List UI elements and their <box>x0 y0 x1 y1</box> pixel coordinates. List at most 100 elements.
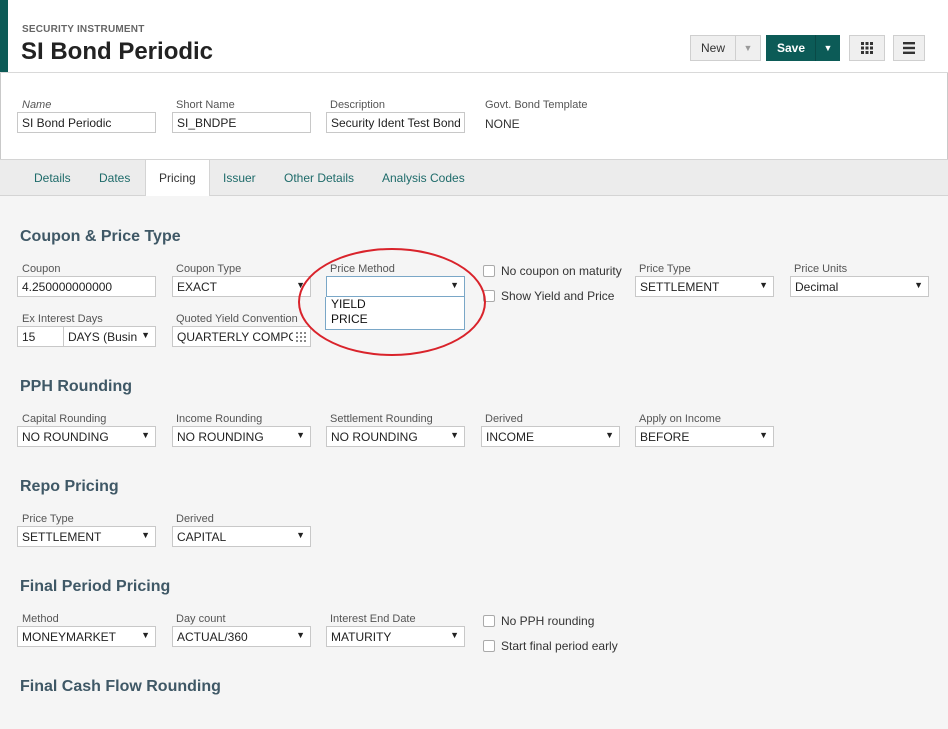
price-method-option-price[interactable]: PRICE <box>326 312 464 327</box>
save-button[interactable]: Save <box>766 35 816 61</box>
method-label: Method <box>22 613 59 625</box>
page-title: SI Bond Periodic <box>21 38 214 65</box>
chevron-down-icon: ▼ <box>141 430 150 440</box>
price-units-value: Decimal <box>795 280 839 294</box>
no-coupon-on-maturity-label: No coupon on maturity <box>501 264 622 278</box>
chevron-down-icon: ▼ <box>296 430 305 440</box>
ex-interest-days-input[interactable]: 15 <box>17 326 64 347</box>
section-title-coupon-price: Coupon & Price Type <box>20 228 181 245</box>
tab-dates[interactable]: Dates <box>86 160 143 196</box>
name-label: Name <box>22 99 52 111</box>
grid-view-button[interactable] <box>849 35 885 61</box>
income-rounding-label: Income Rounding <box>176 413 263 425</box>
chevron-down-icon: ▼ <box>450 630 459 640</box>
no-pph-rounding-label: No PPH rounding <box>501 614 595 628</box>
capital-rounding-value: NO ROUNDING <box>22 430 109 444</box>
ex-interest-days-label: Ex Interest Days <box>22 313 103 325</box>
page-header: SECURITY INSTRUMENT SI Bond Periodic New… <box>0 0 948 73</box>
tab-issuer[interactable]: Issuer <box>210 160 269 196</box>
settlement-rounding-select[interactable]: NO ROUNDING ▼ <box>326 426 465 447</box>
new-button[interactable]: New <box>690 35 736 61</box>
price-method-label: Price Method <box>330 263 395 275</box>
apply-on-income-label: Apply on Income <box>639 413 721 425</box>
tab-details[interactable]: Details <box>21 160 84 196</box>
ex-interest-days-unit-value: DAYS (Busin <box>68 330 138 344</box>
coupon-type-value: EXACT <box>177 280 218 294</box>
price-method-select[interactable]: ▼ <box>326 276 465 297</box>
show-yield-and-price-label: Show Yield and Price <box>501 289 615 303</box>
coupon-type-select[interactable]: EXACT ▼ <box>172 276 311 297</box>
section-title-pph-rounding: PPH Rounding <box>20 378 132 395</box>
description-label: Description <box>330 99 386 111</box>
name-input[interactable]: SI Bond Periodic <box>17 112 156 133</box>
chevron-down-icon: ▼ <box>141 530 150 540</box>
repo-price-type-value: SETTLEMENT <box>22 530 102 544</box>
save-dropdown-button[interactable]: ▼ <box>815 35 840 61</box>
no-coupon-on-maturity-checkbox[interactable] <box>483 265 495 277</box>
apply-on-income-select[interactable]: BEFORE ▼ <box>635 426 774 447</box>
chevron-down-icon: ▼ <box>759 280 768 290</box>
quoted-yield-convention-value: QUARTERLY COMPO <box>177 330 293 344</box>
settlement-rounding-value: NO ROUNDING <box>331 430 418 444</box>
chevron-down-icon: ▼ <box>450 430 459 440</box>
breadcrumb: SECURITY INSTRUMENT <box>22 24 145 35</box>
start-final-period-early-label: Start final period early <box>501 639 618 653</box>
pph-derived-label: Derived <box>485 413 523 425</box>
day-count-select[interactable]: ACTUAL/360 ▼ <box>172 626 311 647</box>
tab-analysis-codes[interactable]: Analysis Codes <box>369 160 478 196</box>
grid-icon <box>861 42 873 54</box>
pph-derived-value: INCOME <box>486 430 534 444</box>
short-name-label: Short Name <box>176 99 235 111</box>
day-count-label: Day count <box>176 613 226 625</box>
section-title-final-period-pricing: Final Period Pricing <box>20 578 171 595</box>
tab-pricing[interactable]: Pricing <box>145 160 210 197</box>
chevron-down-icon: ▼ <box>914 280 923 290</box>
chevron-down-icon: ▼ <box>450 280 459 290</box>
repo-derived-label: Derived <box>176 513 214 525</box>
govt-bond-template-label: Govt. Bond Template <box>485 99 588 111</box>
chevron-down-icon: ▼ <box>141 330 150 340</box>
short-name-input[interactable]: SI_BNDPE <box>172 112 311 133</box>
accent-bar <box>0 0 8 72</box>
chevron-down-icon: ▼ <box>743 43 753 53</box>
chevron-down-icon: ▼ <box>605 430 614 440</box>
quoted-yield-convention-input[interactable]: QUARTERLY COMPO <box>172 326 311 347</box>
settlement-rounding-label: Settlement Rounding <box>330 413 433 425</box>
chevron-down-icon: ▼ <box>823 43 833 53</box>
new-dropdown-button[interactable]: ▼ <box>735 35 761 61</box>
no-pph-rounding-checkbox[interactable] <box>483 615 495 627</box>
repo-price-type-select[interactable]: SETTLEMENT ▼ <box>17 526 156 547</box>
repo-price-type-label: Price Type <box>22 513 74 525</box>
method-select[interactable]: MONEYMARKET ▼ <box>17 626 156 647</box>
price-method-options: YIELD PRICE <box>325 297 465 330</box>
interest-end-date-select[interactable]: MATURITY ▼ <box>326 626 465 647</box>
income-rounding-value: NO ROUNDING <box>177 430 264 444</box>
tabs-bar: Details Dates Pricing Issuer Other Detai… <box>0 159 948 197</box>
price-type-label: Price Type <box>639 263 691 275</box>
lookup-grid-icon[interactable] <box>296 332 306 342</box>
coupon-input[interactable]: 4.250000000000 <box>17 276 156 297</box>
section-title-final-cash-flow-rounding: Final Cash Flow Rounding <box>20 678 221 695</box>
price-units-select[interactable]: Decimal ▼ <box>790 276 929 297</box>
chevron-down-icon: ▼ <box>759 430 768 440</box>
method-value: MONEYMARKET <box>22 630 117 644</box>
capital-rounding-label: Capital Rounding <box>22 413 107 425</box>
start-final-period-early-checkbox[interactable] <box>483 640 495 652</box>
ex-interest-days-unit-select[interactable]: DAYS (Busin ▼ <box>63 326 156 347</box>
price-type-value: SETTLEMENT <box>640 280 720 294</box>
tab-other-details[interactable]: Other Details <box>271 160 367 196</box>
repo-derived-select[interactable]: CAPITAL ▼ <box>172 526 311 547</box>
description-input[interactable]: Security Ident Test Bond <box>326 112 465 133</box>
show-yield-and-price-checkbox[interactable] <box>483 290 495 302</box>
chevron-down-icon: ▼ <box>296 630 305 640</box>
section-title-repo-pricing: Repo Pricing <box>20 478 119 495</box>
income-rounding-select[interactable]: NO ROUNDING ▼ <box>172 426 311 447</box>
menu-button[interactable] <box>893 35 925 61</box>
pph-derived-select[interactable]: INCOME ▼ <box>481 426 620 447</box>
capital-rounding-select[interactable]: NO ROUNDING ▼ <box>17 426 156 447</box>
hamburger-icon <box>903 42 915 54</box>
price-type-select[interactable]: SETTLEMENT ▼ <box>635 276 774 297</box>
price-method-option-yield[interactable]: YIELD <box>326 297 464 312</box>
repo-derived-value: CAPITAL <box>177 530 227 544</box>
price-units-label: Price Units <box>794 263 848 275</box>
